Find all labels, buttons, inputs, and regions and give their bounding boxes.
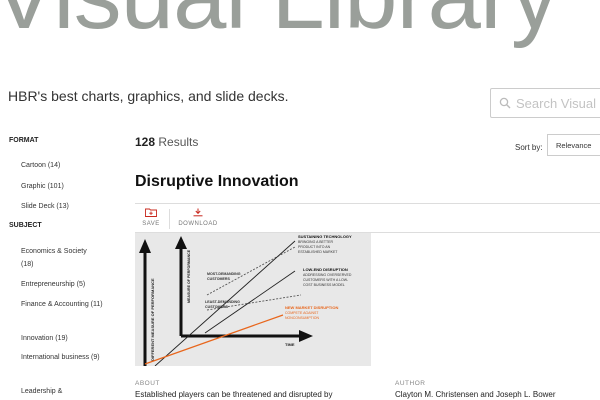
most-demanding-2: CUSTOMERS <box>207 277 230 281</box>
subject-heading: SUBJECT <box>9 222 42 229</box>
new-market-desc-2: NONCONSUMPTION <box>285 316 320 320</box>
results-number: 128 <box>135 135 156 149</box>
lowend-desc-1: ADDRESSING OVERSERVED <box>303 273 352 277</box>
lowend-desc-3: COST BUSINESS MODEL <box>303 283 345 287</box>
action-divider <box>169 209 170 229</box>
sustaining-desc-3: ESTABLISHED MARKET <box>298 250 338 254</box>
graphic-y-axis-label: DIFFERENT MEASURE OF PERFORMANCE <box>150 278 155 361</box>
filter-economics-society[interactable]: Economics & Society (18) <box>21 245 101 271</box>
least-demanding-2: CUSTOMERS <box>205 305 228 309</box>
item-action-bar: SAVE DOWNLOAD <box>135 203 600 233</box>
filter-slide-deck[interactable]: Slide Deck (13) <box>21 200 111 213</box>
format-heading: FORMAT <box>9 137 39 144</box>
save-button[interactable]: SAVE <box>131 208 171 227</box>
save-label: SAVE <box>142 221 160 227</box>
most-demanding-1: MOST-DEMANDING <box>207 272 241 276</box>
filter-leadership[interactable]: Leadership & <box>21 385 111 398</box>
download-label: DOWNLOAD <box>178 221 218 227</box>
item-thumbnail[interactable]: DIFFERENT MEASURE OF PERFORMANCE MEASURE… <box>135 233 371 367</box>
filter-international-business[interactable]: International business (9) <box>21 351 103 364</box>
folder-icon <box>145 208 157 217</box>
search-box[interactable] <box>490 88 600 118</box>
filter-innovation[interactable]: Innovation (19) <box>21 332 111 345</box>
filter-cartoon[interactable]: Cartoon (14) <box>21 159 111 172</box>
about-text: Established players can be threatened an… <box>135 390 333 399</box>
author-text: Clayton M. Christensen and Joseph L. Bow… <box>395 390 556 399</box>
sustaining-desc-1: BRINGING A BETTER <box>298 240 333 244</box>
download-icon <box>193 208 203 217</box>
disruptive-innovation-graphic: DIFFERENT MEASURE OF PERFORMANCE MEASURE… <box>139 234 352 367</box>
page-hero-title: Visual Library <box>0 0 559 44</box>
search-input[interactable] <box>514 94 600 112</box>
filter-graphic[interactable]: Graphic (101) <box>21 180 111 193</box>
sustaining-desc-2: PRODUCT INTO AN <box>298 245 331 249</box>
download-button[interactable]: DOWNLOAD <box>178 208 218 227</box>
sort-select[interactable]: Relevance <box>547 134 600 156</box>
search-icon <box>499 97 511 109</box>
about-label: ABOUT <box>135 380 160 387</box>
item-title[interactable]: Disruptive Innovation <box>135 173 299 191</box>
least-demanding-1: LEAST-DEMANDING <box>205 300 240 304</box>
lowend-title: LOW-END DISRUPTION <box>303 267 348 272</box>
new-market-desc-1: COMPETE AGAINST <box>285 311 319 315</box>
graphic-inner-y-axis-label: MEASURE OF PERFORMANCE <box>187 249 191 303</box>
sort-label: Sort by: <box>515 143 543 152</box>
sort-value: Relevance <box>556 140 592 150</box>
filter-entrepreneurship[interactable]: Entrepreneurship (5) <box>21 278 111 291</box>
results-count: 128 Results <box>135 135 198 149</box>
sustaining-title: SUSTAINING TECHNOLOGY <box>298 234 352 239</box>
new-market-title: NEW MARKET DISRUPTION <box>285 305 338 310</box>
filter-finance-accounting[interactable]: Finance & Accounting (11) <box>21 298 103 311</box>
page-tagline: HBR's best charts, graphics, and slide d… <box>8 88 289 104</box>
lowend-desc-2: CUSTOMERS WITH A LOW- <box>303 278 349 282</box>
author-label: AUTHOR <box>395 380 426 387</box>
graphic-x-axis-label: TIME <box>285 342 295 347</box>
results-label: Results <box>158 135 199 149</box>
